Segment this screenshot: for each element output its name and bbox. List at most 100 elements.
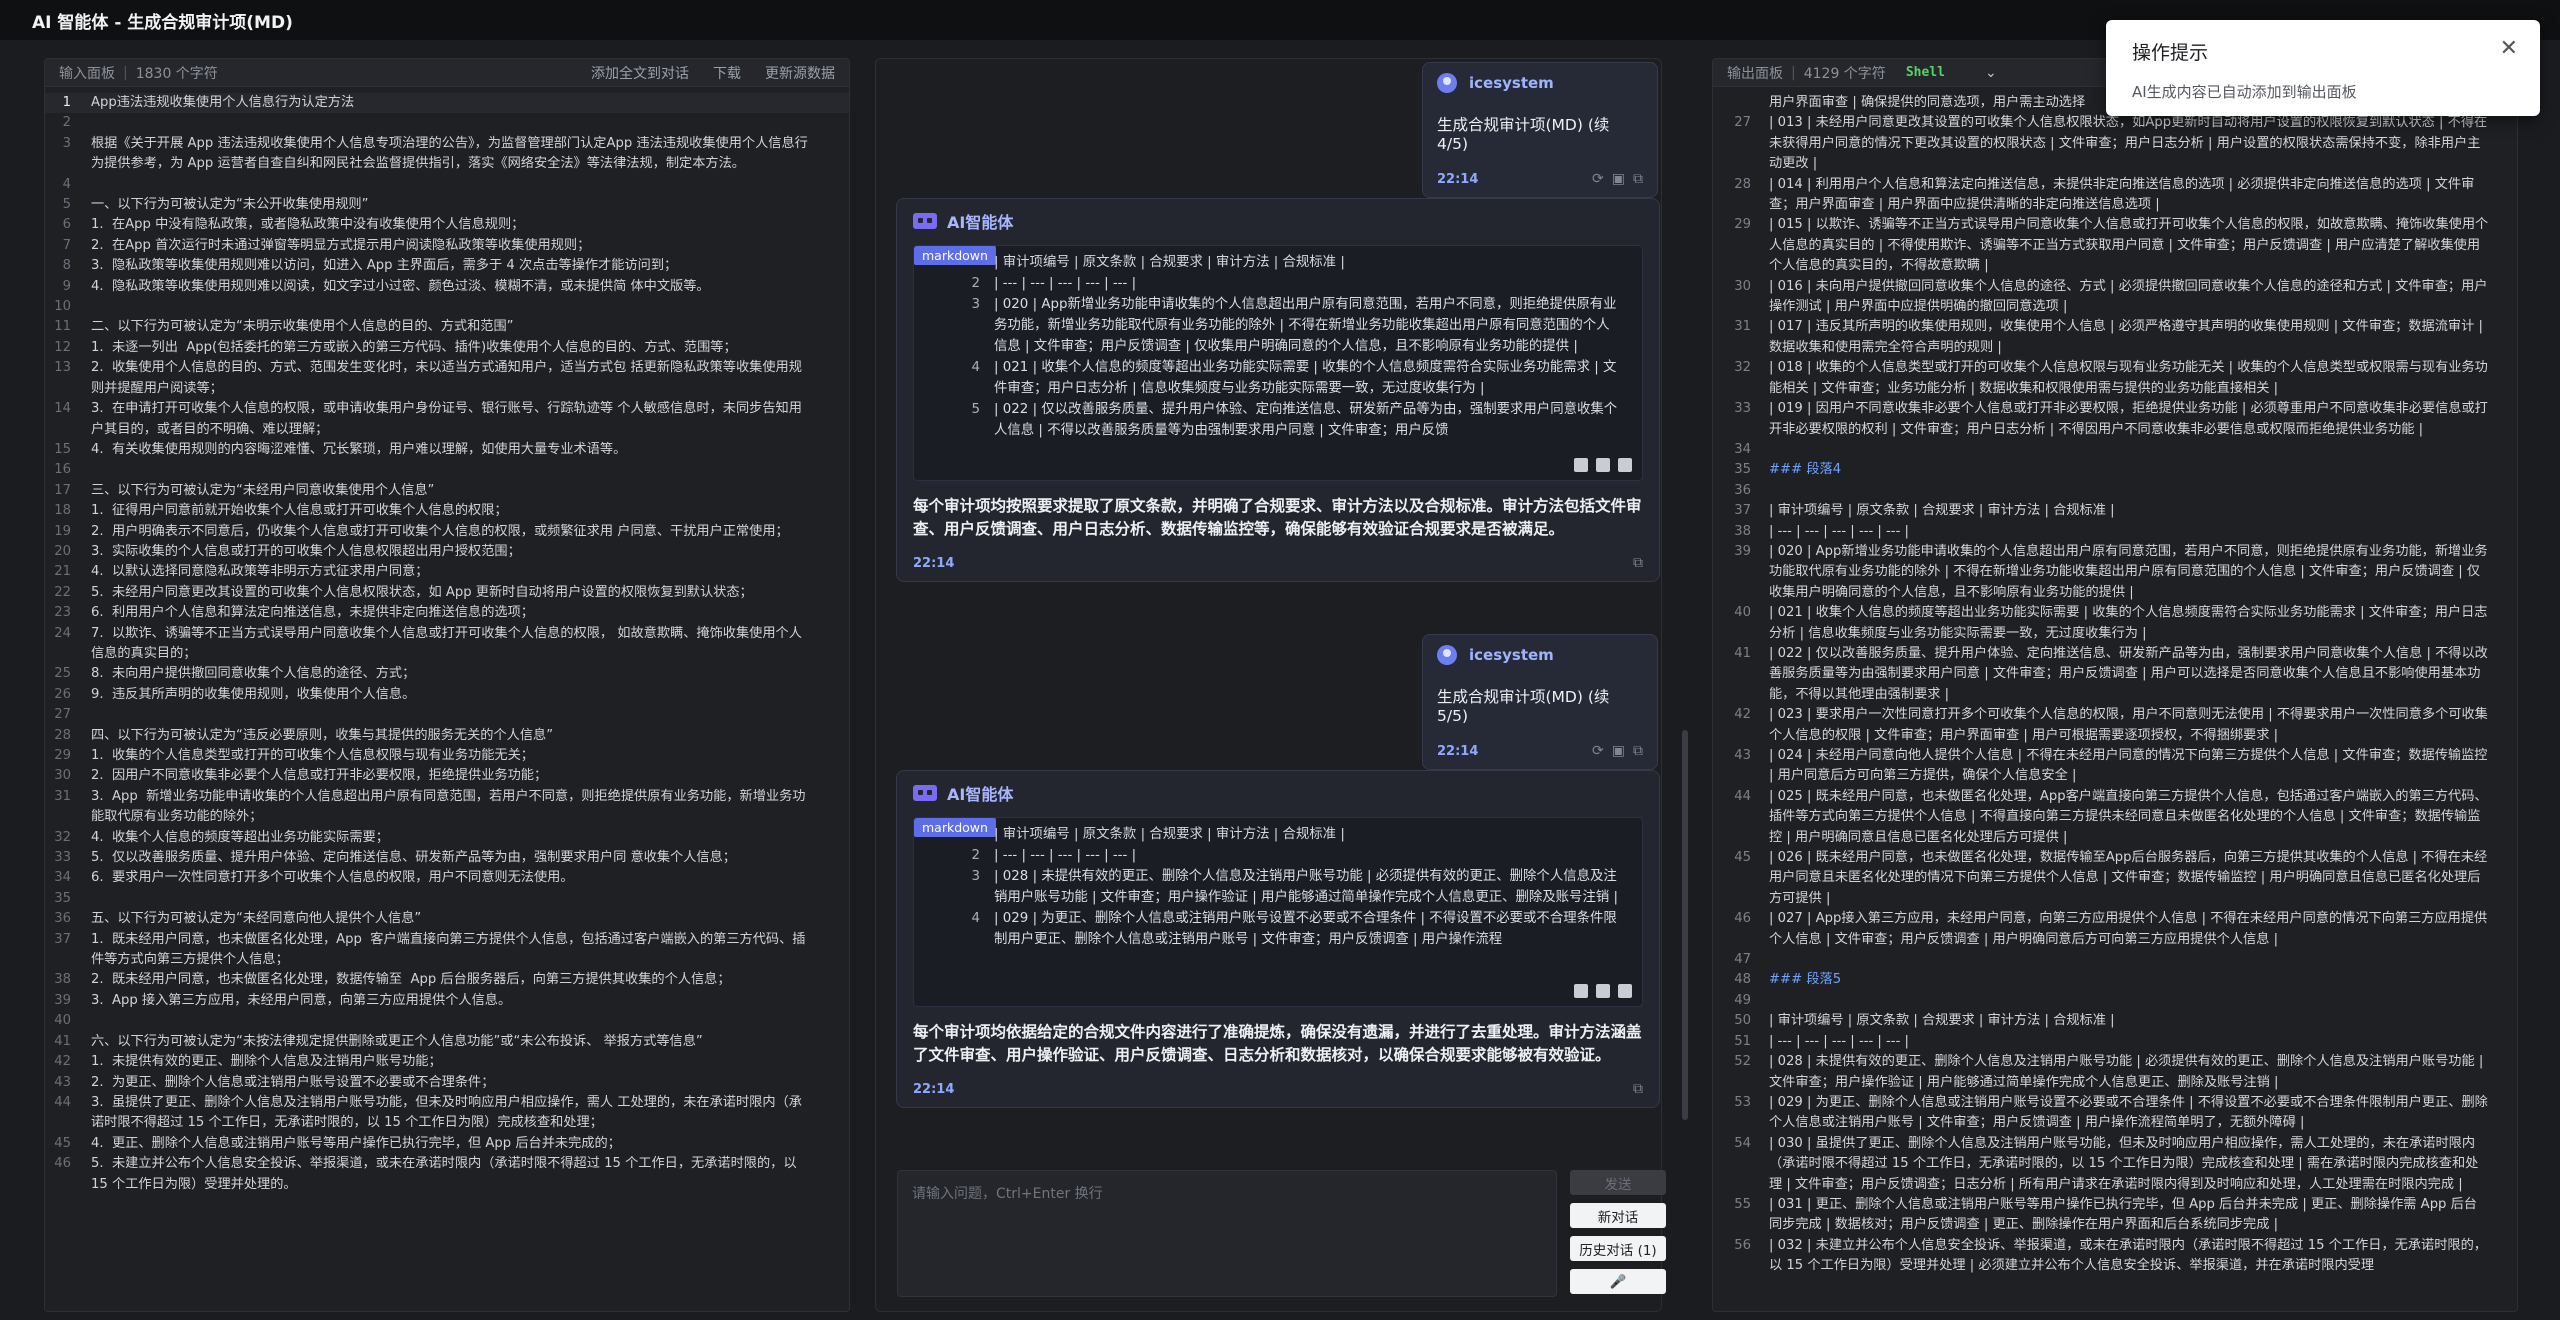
output-editor[interactable]: 用户界面审查 | 确保提供的同意选项，用户需主动选择 27 | 013 | 未经用户… xyxy=(1713,87,2517,1277)
add-fulltext-button[interactable]: 添加全文到对话 xyxy=(591,63,689,83)
apply-code-icon[interactable] xyxy=(1596,984,1610,998)
ai-name: AI智能体 xyxy=(947,785,1014,804)
bot-icon xyxy=(913,785,937,801)
code-line: 4 | 021 | 收集个人信息的频度等超出业务功能实际需要 | 收集的个人信息频… xyxy=(971,357,1618,399)
code-line-text: | 029 | 为更正、删除个人信息或注销用户账号设置不必要或不合理条件 | 不… xyxy=(994,911,1617,947)
message-time: 22:14 xyxy=(913,1081,955,1097)
line-text xyxy=(1769,481,2489,501)
input-editor[interactable]: 1 App违法违规收集使用个人信息行为认定方法 2 3 根据《关于开展 App 违法违规… xyxy=(45,87,849,1195)
line-text: 4. 更正、删除个人信息或注销用户账号等用户操作已执行完毕，但 App 后台并未… xyxy=(91,1135,621,1151)
download-button[interactable]: 下载 xyxy=(713,63,741,83)
line-number: 33 xyxy=(54,850,71,866)
output-line: 44 | 025 | 既未经用户同意，也未做匿名化处理，App客户端直接向第三方提… xyxy=(1713,787,2517,848)
output-line: 31 | 017 | 违反其所声明的收集使用规则，收集使用个人信息 | 必须严格遵… xyxy=(1713,317,2517,358)
chat-scrollbar[interactable] xyxy=(1682,730,1688,1120)
output-line: 46 | 027 | App接入第三方应用，未经用户同意，向第三方应用提供个人信息… xyxy=(1713,909,2517,950)
line-text xyxy=(91,889,811,909)
output-line: 40 | 021 | 收集个人信息的频度等超出业务功能实际需要 | 收集的个人信息… xyxy=(1713,603,2517,644)
editor-line: 14 3. 在申请打开可收集个人信息的权限，或申请收集用户身份证号、银行账号、行踪… xyxy=(45,399,849,440)
code-line-number: 4 xyxy=(971,911,980,926)
line-number: 9 xyxy=(62,278,71,294)
line-number: 22 xyxy=(54,584,71,600)
line-text: 3. 在申请打开可收集个人信息的权限，或申请收集用户身份证号、银行账号、行踪轨迹… xyxy=(91,401,802,437)
line-number: 49 xyxy=(1734,992,1751,1008)
edit-code-icon[interactable] xyxy=(1574,458,1588,472)
code-line-number: 3 xyxy=(971,297,980,312)
line-number: 50 xyxy=(1734,1013,1751,1029)
editor-line: 33 5. 仅以改善服务质量、提升用户体验、定向推送信息、研发新产品等为由，强制要… xyxy=(45,848,849,868)
line-number: 52 xyxy=(1734,1054,1751,1070)
history-button[interactable]: 历史对话 (1) xyxy=(1570,1236,1666,1261)
editor-line: 12 1. 未逐一列出 App(包括委托的第三方或嵌入的第三方代码、插件)收集使用… xyxy=(45,338,849,358)
line-text: | 审计项编号 | 原文条款 | 合规要求 | 审计方法 | 合规标准 | xyxy=(1769,1013,2115,1029)
line-number: 17 xyxy=(54,482,71,498)
editor-line: 42 1. 未提供有效的更正、删除个人信息及注销用户账号功能； xyxy=(45,1052,849,1072)
line-number: 28 xyxy=(54,727,71,743)
line-number: 15 xyxy=(54,441,71,457)
line-number: 29 xyxy=(1734,217,1751,233)
voice-button[interactable]: 🎤 xyxy=(1570,1269,1666,1294)
line-number: 29 xyxy=(54,748,71,763)
editor-line: 31 3. App 新增业务功能申请收集的个人信息超出用户原有同意范围，若用户不同… xyxy=(45,787,849,828)
line-text: 1. 征得用户同意前就开始收集个人信息或打开可收集个人信息的权限； xyxy=(91,503,508,519)
line-number: 5 xyxy=(62,197,71,213)
editor-line: 26 9. 违反其所声明的收集使用规则，收集使用个人信息。 xyxy=(45,685,849,705)
line-number: 45 xyxy=(54,1135,71,1151)
copy-icon[interactable]: ⧉ xyxy=(1633,743,1643,759)
copy-icon[interactable]: ⧉ xyxy=(1633,555,1643,571)
line-number: 23 xyxy=(54,605,71,621)
line-text: | --- | --- | --- | --- | --- | xyxy=(1769,523,1909,539)
line-number: 54 xyxy=(1734,1135,1751,1151)
editor-line: 24 7. 以欺诈、诱骗等不正当方式误导用户同意收集个人信息或打开可收集个人信息的… xyxy=(45,624,849,665)
user-message: icesystem 生成合规审计项(MD) (续 5/5) 22:14 ⟳ ▣ ⧉ xyxy=(1422,634,1658,770)
line-text: 2. 收集使用个人信息的目的、方式、范围发生变化时，未以适当方式通知用户，适当方… xyxy=(91,360,802,396)
editor-line: 43 2. 为更正、删除个人信息或注销用户账号设置不必要或不合理条件； xyxy=(45,1073,849,1093)
line-text: 四、以下行为可被认定为“违反必要原则，收集与其提供的服务无关的个人信息” xyxy=(91,727,554,743)
close-icon[interactable]: ✕ xyxy=(2500,36,2518,61)
retry-icon[interactable]: ⟳ xyxy=(1592,743,1604,759)
editor-line: 20 3. 实际收集的个人信息或打开的可收集个人信息权限超出用户授权范围； xyxy=(45,542,849,562)
input-panel-header: 输入面板 | 1830 个字符 添加全文到对话 下载 更新源数据 xyxy=(45,59,849,87)
line-number: 41 xyxy=(1734,645,1751,661)
line-text: | 023 | 要求用户一次性同意打开多个可收集个人信息的权限，用户不同意则无法… xyxy=(1769,707,2488,743)
chevron-down-icon[interactable]: ⌄ xyxy=(1985,65,1997,81)
line-number: 35 xyxy=(1734,462,1751,478)
chat-input[interactable]: 请输入问题，Ctrl+Enter 换行 xyxy=(897,1170,1557,1297)
image-code-icon[interactable] xyxy=(1618,458,1632,472)
new-chat-button[interactable]: 新对话 xyxy=(1570,1203,1666,1228)
edit-icon[interactable]: ▣ xyxy=(1612,743,1625,759)
input-panel: 输入面板 | 1830 个字符 添加全文到对话 下载 更新源数据 1 App违法违… xyxy=(44,58,850,1312)
editor-line: 34 6. 要求用户一次性同意打开多个可收集个人信息的权限，用户不同意则无法使用。 xyxy=(45,868,849,888)
edit-icon[interactable]: ▣ xyxy=(1612,171,1625,187)
editor-line: 17 三、以下行为可被认定为“未经用户同意收集使用个人信息” xyxy=(45,481,849,501)
output-line: 37 | 审计项编号 | 原文条款 | 合规要求 | 审计方法 | 合规标准 | xyxy=(1713,501,2517,521)
send-button[interactable]: 发送 xyxy=(1570,1170,1666,1195)
edit-code-icon[interactable] xyxy=(1574,984,1588,998)
line-number: 36 xyxy=(54,911,71,927)
output-char-count: 4129 个字符 xyxy=(1803,65,1886,82)
editor-line: 37 1. 既未经用户同意，也未做匿名化处理，App 客户端直接向第三方提供个人信… xyxy=(45,930,849,971)
apply-code-icon[interactable] xyxy=(1596,458,1610,472)
user-avatar-icon xyxy=(1437,73,1457,93)
copy-icon[interactable]: ⧉ xyxy=(1633,1081,1643,1097)
output-panel: 输出面板 | 4129 个字符 Shell ⌄ 用户界面审查 | 确保提供的同意… xyxy=(1712,58,2518,1312)
editor-line: 22 5. 未经用户同意更改其设置的可收集个人信息权限状态，如 App 更新时自动… xyxy=(45,583,849,603)
update-source-button[interactable]: 更新源数据 xyxy=(765,63,835,83)
line-number: 43 xyxy=(54,1074,71,1090)
section-heading: ### 段落4 xyxy=(1769,462,1842,478)
output-line: 36 xyxy=(1713,481,2517,501)
editor-line: 10 xyxy=(45,297,849,317)
line-number: 24 xyxy=(54,625,71,641)
line-text: 6. 要求用户一次性同意打开多个可收集个人信息的权限，用户不同意则无法使用。 xyxy=(91,870,574,886)
editor-line: 3 根据《关于开展 App 违法违规收集使用个人信息专项治理的公告》，为监督管理部… xyxy=(45,134,849,175)
copy-icon[interactable]: ⧉ xyxy=(1633,171,1643,187)
language-select[interactable]: Shell xyxy=(1906,65,1945,80)
editor-line: 25 8. 未向用户提供撤回同意收集个人信息的途径、方式； xyxy=(45,664,849,684)
line-number: 37 xyxy=(54,931,71,947)
line-number: 56 xyxy=(1734,1237,1751,1253)
image-code-icon[interactable] xyxy=(1618,984,1632,998)
editor-line: 29 1. 收集的个人信息类型或打开的可收集个人信息权限与现有业务功能无关； xyxy=(45,746,849,766)
line-number: 30 xyxy=(54,768,71,784)
line-number: 30 xyxy=(1734,278,1751,294)
retry-icon[interactable]: ⟳ xyxy=(1592,171,1604,187)
